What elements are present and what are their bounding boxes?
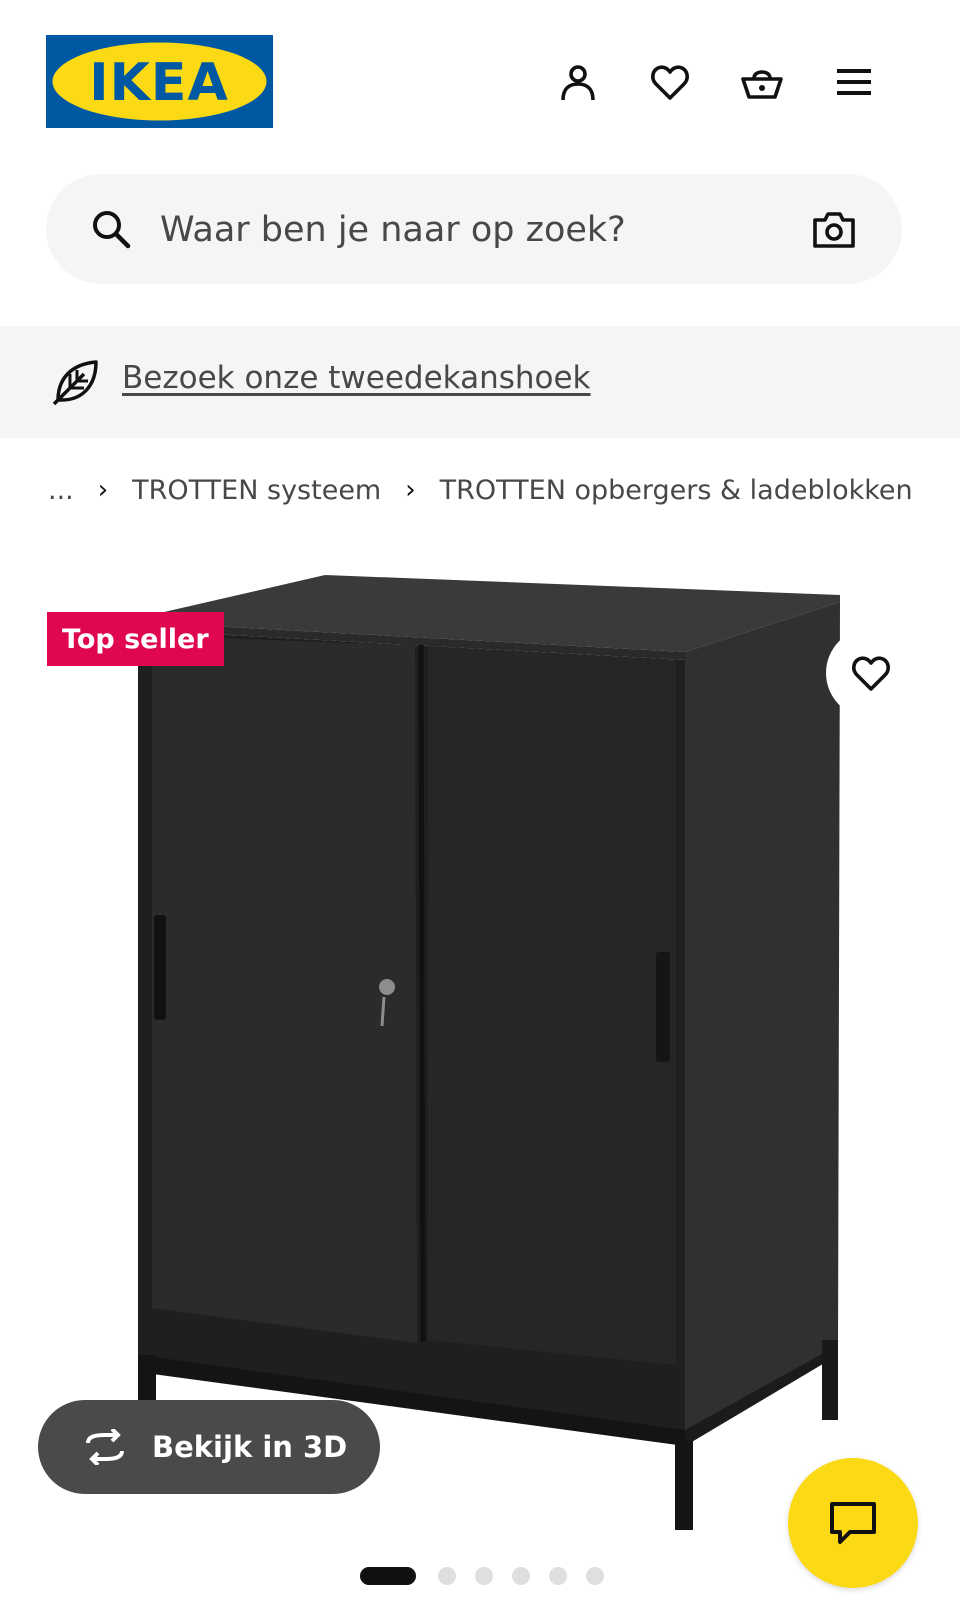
breadcrumb-ellipsis[interactable]: ... [48, 475, 74, 506]
site-header: IKEA [0, 0, 960, 160]
second-chance-banner: Bezoek onze tweedekanshoek [0, 326, 960, 438]
ikea-logo[interactable]: IKEA [46, 35, 273, 128]
top-seller-badge: Top seller [47, 612, 224, 666]
search-bar[interactable] [46, 174, 902, 284]
gallery-dot[interactable] [549, 1567, 567, 1585]
view-in-3d-button[interactable]: Bekijk in 3D [38, 1400, 380, 1494]
favourites-button[interactable] [644, 56, 696, 108]
view-in-3d-label: Bekijk in 3D [152, 1430, 348, 1464]
second-chance-link[interactable]: Bezoek onze tweedekanshoek [122, 360, 591, 396]
chevron-right-icon: › [97, 475, 109, 505]
camera-search-icon[interactable] [811, 208, 857, 250]
menu-icon [837, 69, 871, 95]
user-icon [561, 65, 595, 101]
heart-icon [651, 65, 689, 100]
gallery-dot[interactable] [438, 1567, 456, 1585]
leaf-icon [52, 360, 98, 406]
chat-bubble-icon [830, 1502, 876, 1544]
add-to-favourites-button[interactable] [826, 628, 916, 718]
chat-button[interactable] [788, 1458, 918, 1588]
breadcrumb-item-trotten-system[interactable]: TROTTEN systeem [132, 475, 381, 506]
gallery-dot[interactable] [512, 1567, 530, 1585]
rotate-3d-icon [86, 1429, 124, 1465]
product-image-cabinet [138, 575, 840, 1530]
menu-button[interactable] [828, 56, 880, 108]
breadcrumb: ... › TROTTEN systeem › TROTTEN opberger… [48, 470, 913, 510]
gallery-dot[interactable] [586, 1567, 604, 1585]
breadcrumb-item-trotten-storage[interactable]: TROTTEN opbergers & ladeblokken [440, 475, 913, 506]
gallery-pagination [360, 1566, 623, 1586]
ikea-logo-text: IKEA [89, 53, 228, 113]
ikea-logo-graphic: IKEA [46, 35, 273, 128]
account-button[interactable] [552, 56, 604, 108]
basket-button[interactable] [736, 56, 788, 108]
gallery-dot[interactable] [475, 1567, 493, 1585]
basket-icon [741, 70, 783, 99]
chevron-right-icon: › [405, 475, 416, 505]
heart-icon [852, 656, 890, 691]
search-icon [93, 211, 131, 249]
search-input[interactable] [158, 199, 782, 261]
gallery-dot-active[interactable] [360, 1567, 416, 1585]
